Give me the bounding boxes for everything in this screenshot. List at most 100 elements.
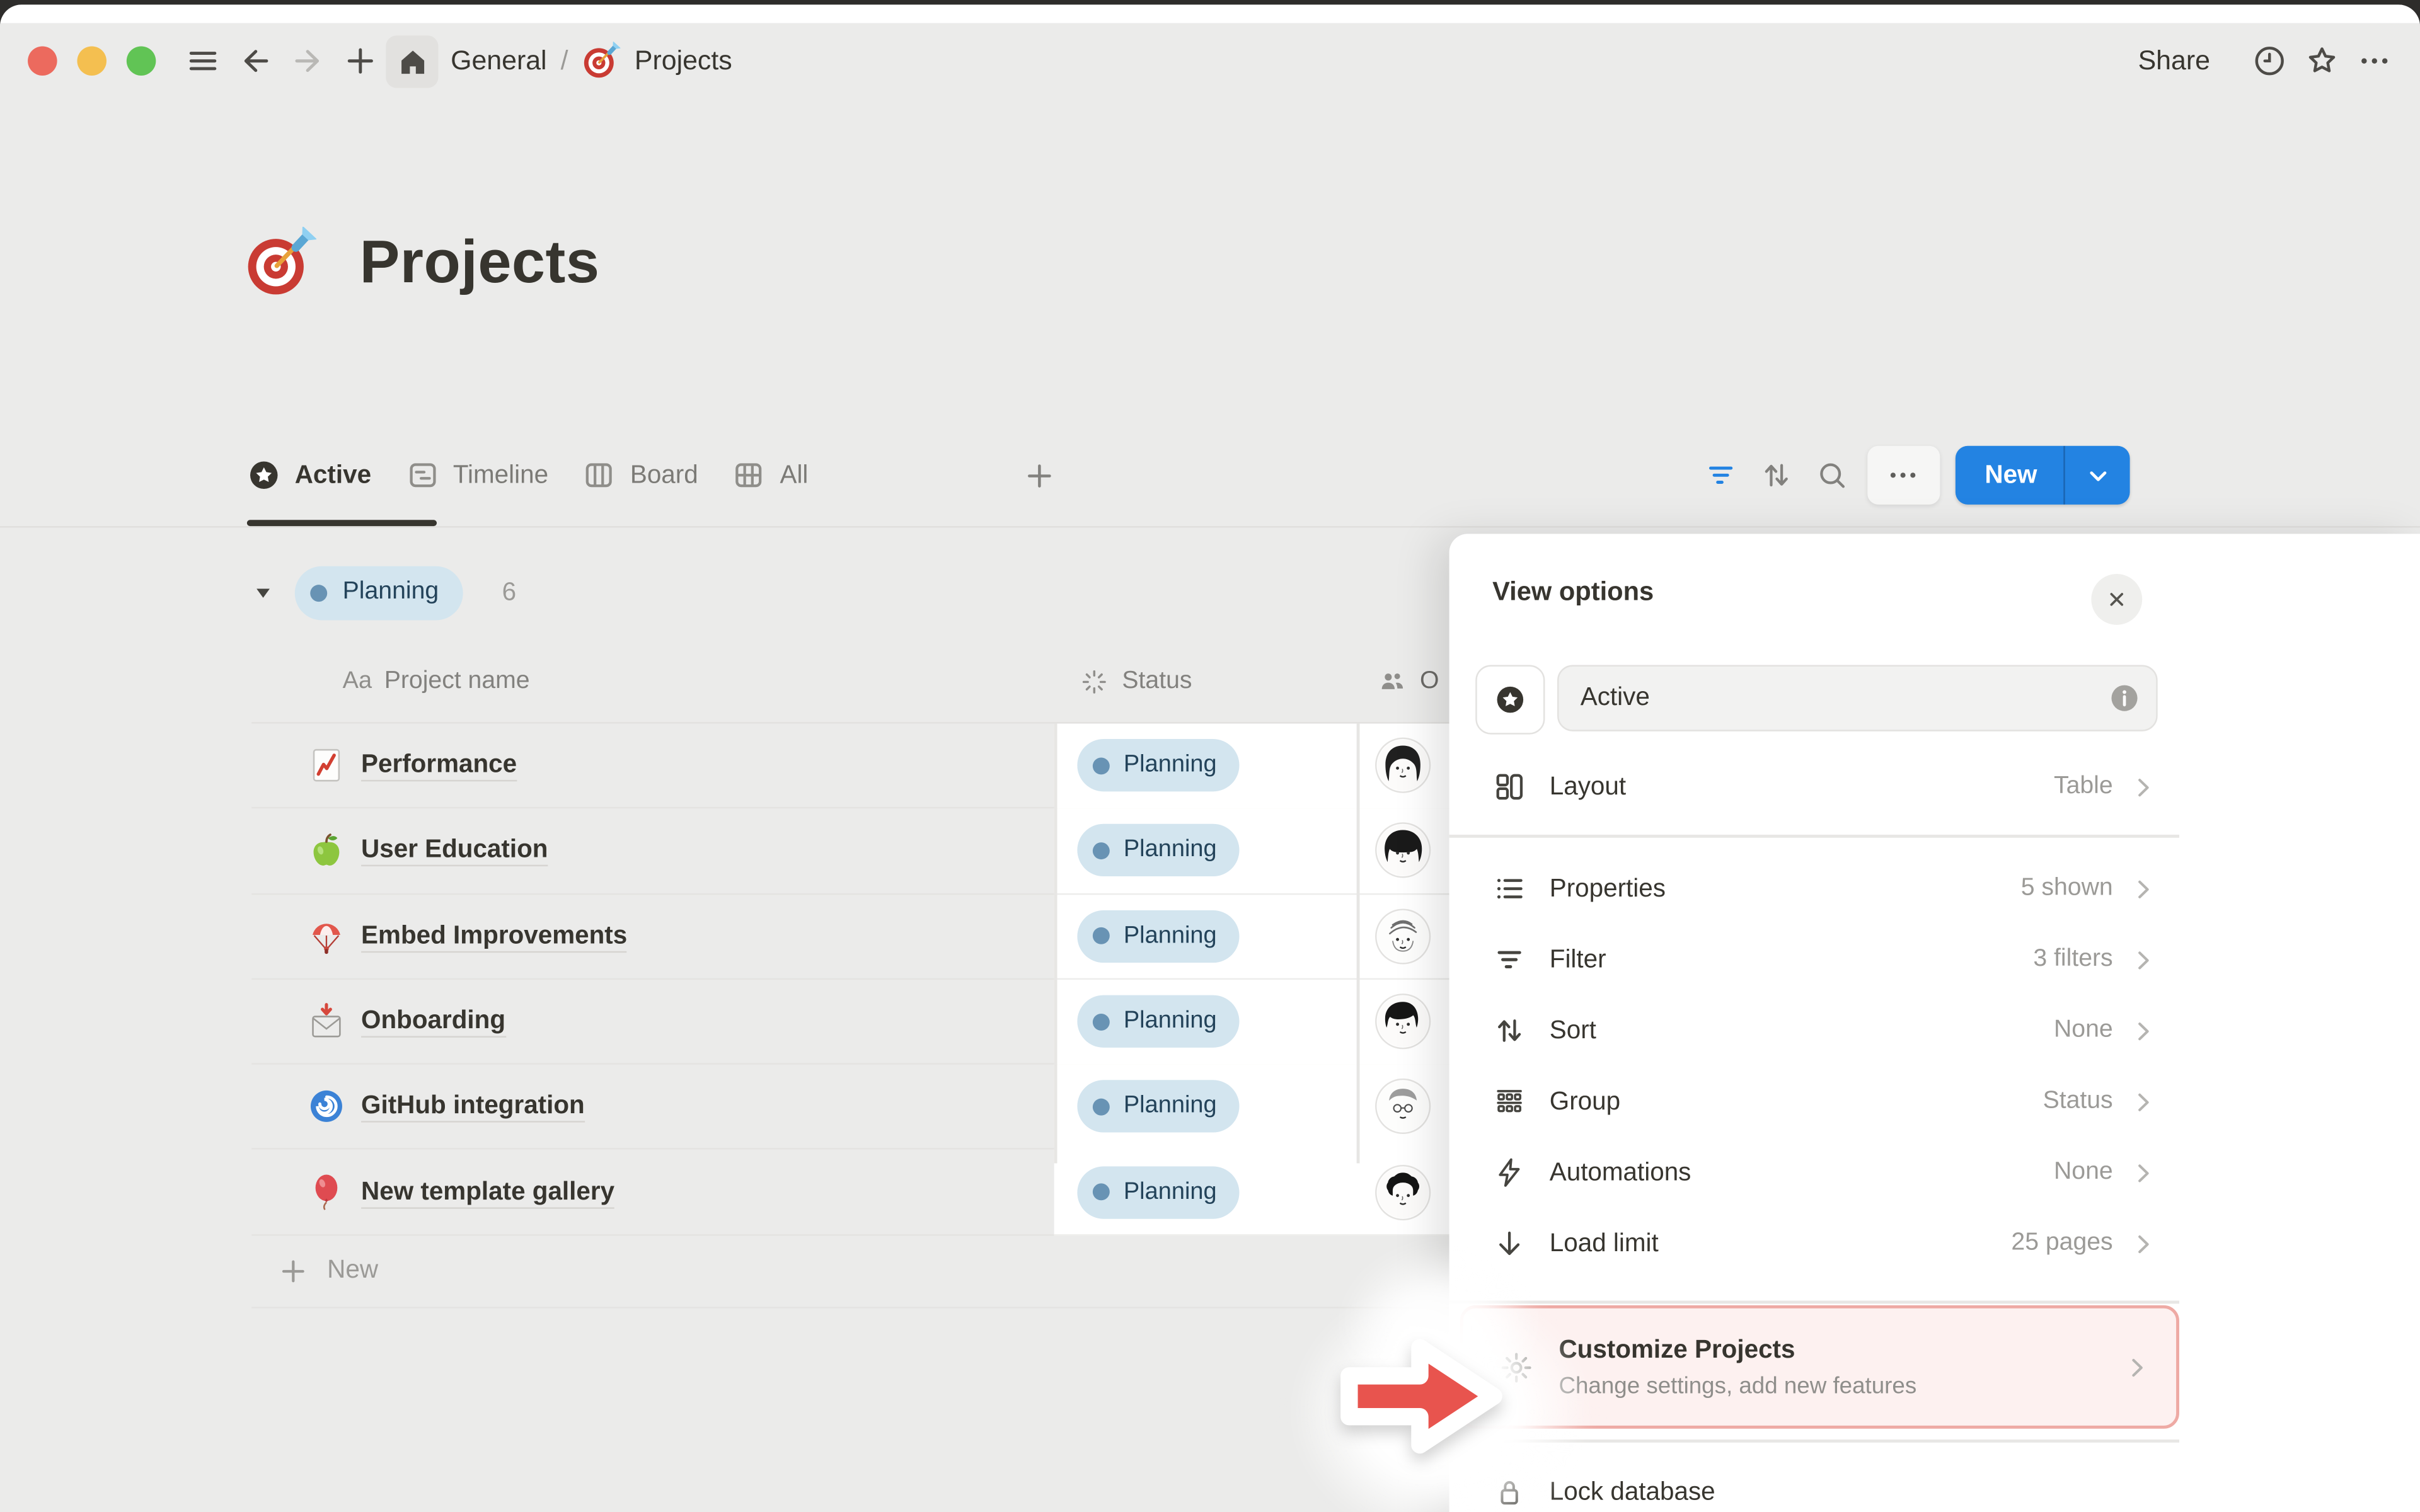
filter-button[interactable] bbox=[1693, 447, 1749, 503]
view-tab[interactable]: Timeline bbox=[388, 446, 565, 505]
owner-avatar bbox=[1376, 995, 1429, 1048]
page-emoji-icon bbox=[307, 1087, 345, 1126]
add-view-button[interactable] bbox=[1011, 446, 1068, 505]
ellipsis-icon bbox=[1886, 457, 1922, 493]
back-button[interactable] bbox=[228, 35, 280, 87]
menu-item-value: None bbox=[2054, 1017, 2113, 1045]
menu-item-label: Properties bbox=[1550, 874, 2021, 903]
menu-item-label: Lock database bbox=[1550, 1477, 2179, 1507]
status-cell[interactable]: Planning bbox=[1077, 1080, 1240, 1133]
page-target-icon[interactable] bbox=[244, 227, 316, 299]
project-name-link[interactable]: GitHub integration bbox=[361, 1092, 585, 1121]
table-header-row: Aa Project name Status O bbox=[251, 640, 1533, 723]
customize-text: Customize Projects Change settings, add … bbox=[1559, 1336, 2122, 1399]
plus-icon bbox=[342, 43, 377, 79]
view-tab[interactable]: Board bbox=[565, 446, 715, 505]
status-property-icon bbox=[1079, 666, 1110, 697]
info-icon[interactable] bbox=[2108, 682, 2140, 714]
close-button[interactable] bbox=[2091, 574, 2142, 625]
traffic-light-close[interactable] bbox=[28, 46, 57, 76]
star-icon bbox=[2304, 42, 2341, 79]
new-row-button[interactable]: New bbox=[251, 1235, 1533, 1308]
status-dot bbox=[1093, 1098, 1110, 1115]
table-row[interactable]: Performance Planning bbox=[251, 724, 1533, 809]
page-title-text[interactable]: Projects bbox=[360, 229, 600, 297]
view-options-button[interactable] bbox=[1867, 446, 1940, 505]
status-cell[interactable]: Planning bbox=[1077, 995, 1240, 1048]
panel-title: View options bbox=[1492, 577, 1654, 608]
status-dot bbox=[1093, 1184, 1110, 1201]
project-name-link[interactable]: User Education bbox=[361, 836, 548, 866]
status-cell[interactable]: Planning bbox=[1077, 825, 1240, 877]
home-button[interactable] bbox=[386, 35, 438, 87]
owner-avatar bbox=[1376, 739, 1429, 791]
ellipsis-icon bbox=[2357, 42, 2394, 79]
traffic-light-zoom[interactable] bbox=[127, 46, 156, 76]
table-row[interactable]: User Education Planning bbox=[251, 809, 1533, 894]
project-name-link[interactable]: New template gallery bbox=[361, 1177, 614, 1207]
sort-button[interactable] bbox=[1749, 447, 1804, 503]
view-tab-icon bbox=[732, 458, 766, 492]
table-body: Performance Planning User Education bbox=[251, 724, 1533, 1236]
active-tab-underline bbox=[247, 520, 437, 525]
new-row-label: New bbox=[327, 1256, 378, 1286]
status-cell[interactable]: Planning bbox=[1077, 739, 1240, 791]
breadcrumb: General / Projects bbox=[451, 42, 732, 80]
column-header-project-name[interactable]: Aa Project name bbox=[343, 640, 530, 722]
forward-icon bbox=[289, 43, 325, 79]
new-button[interactable]: New bbox=[1956, 446, 2063, 505]
column-label: Project name bbox=[384, 667, 530, 695]
forward-button[interactable] bbox=[281, 35, 333, 87]
favorite-button[interactable] bbox=[2296, 35, 2349, 87]
view-tab[interactable]: Active bbox=[230, 446, 388, 505]
view-name-input[interactable]: Active bbox=[1557, 665, 2158, 731]
page-emoji-icon bbox=[307, 917, 345, 955]
status-dot bbox=[310, 584, 327, 601]
column-header-status[interactable]: Status bbox=[1079, 640, 1192, 722]
breadcrumb-page[interactable]: Projects bbox=[635, 45, 732, 77]
new-dropdown-button[interactable] bbox=[2066, 446, 2131, 505]
menu-item-label: Automations bbox=[1550, 1158, 2054, 1188]
table-row[interactable]: GitHub integration Planning bbox=[251, 1065, 1533, 1150]
menu-item-icon bbox=[1492, 1227, 1526, 1261]
top-toolbar: General / Projects Share bbox=[0, 23, 2420, 99]
panel-menu-item[interactable]: Properties 5 shown bbox=[1449, 853, 2179, 924]
updates-button[interactable] bbox=[2244, 35, 2296, 87]
notion-window: General / Projects Share Projects bbox=[0, 4, 2420, 1512]
panel-menu-item[interactable]: Group Status bbox=[1449, 1066, 2179, 1137]
menu-item-label: Filter bbox=[1550, 945, 2034, 975]
status-cell[interactable]: Planning bbox=[1077, 1166, 1240, 1218]
sidebar-toggle-button[interactable] bbox=[176, 35, 228, 87]
group-status-pill[interactable]: Planning bbox=[295, 566, 464, 620]
column-header-owner[interactable]: O bbox=[1376, 640, 1439, 722]
table-row[interactable]: New template gallery Planning bbox=[251, 1150, 1533, 1235]
column-divider bbox=[1357, 724, 1359, 1163]
project-name-link[interactable]: Embed Improvements bbox=[361, 922, 627, 951]
view-tab[interactable]: All bbox=[715, 446, 826, 505]
collapse-triangle-icon[interactable] bbox=[251, 581, 275, 604]
status-label: Planning bbox=[1124, 922, 1217, 950]
search-button[interactable] bbox=[1804, 447, 1860, 503]
panel-menu-item[interactable]: Load limit 25 pages bbox=[1449, 1208, 2179, 1280]
menu-item-icon bbox=[1492, 872, 1526, 906]
table-row[interactable]: Embed Improvements Planning bbox=[251, 894, 1533, 979]
panel-menu-item[interactable]: Filter 3 filters bbox=[1449, 924, 2179, 995]
view-tab-label: Timeline bbox=[453, 461, 548, 490]
status-cell[interactable]: Planning bbox=[1077, 910, 1240, 962]
breadcrumb-root[interactable]: General bbox=[451, 45, 546, 77]
traffic-light-minimize[interactable] bbox=[77, 46, 107, 76]
project-name-link[interactable]: Performance bbox=[361, 751, 517, 781]
table-row[interactable]: Onboarding Planning bbox=[251, 980, 1533, 1065]
page-emoji-icon bbox=[307, 832, 345, 870]
new-tab-button[interactable] bbox=[333, 35, 386, 87]
panel-menu-item[interactable]: Sort None bbox=[1449, 995, 2179, 1067]
view-icon-button[interactable] bbox=[1475, 665, 1545, 735]
more-button[interactable] bbox=[2349, 35, 2401, 87]
project-name-link[interactable]: Onboarding bbox=[361, 1007, 505, 1036]
share-button[interactable]: Share bbox=[2138, 45, 2210, 77]
page-title: Projects bbox=[244, 227, 600, 299]
panel-menu-item[interactable]: Automations None bbox=[1449, 1137, 2179, 1208]
hamburger-icon bbox=[185, 43, 220, 79]
chevron-right-icon bbox=[2128, 1158, 2158, 1188]
panel-menu-item[interactable]: Layout Table bbox=[1449, 752, 2179, 823]
